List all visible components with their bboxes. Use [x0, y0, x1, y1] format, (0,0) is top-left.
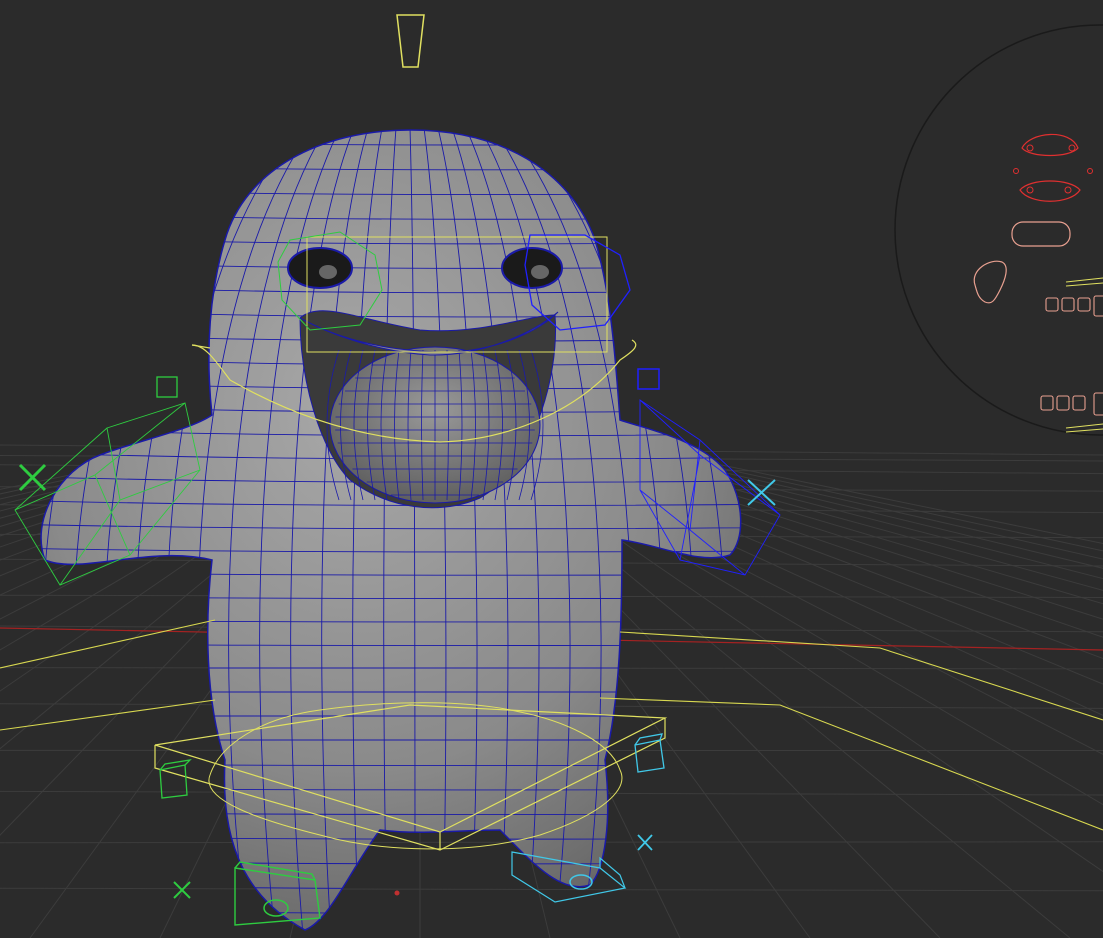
right-eye[interactable]	[501, 247, 563, 289]
body-surface[interactable]	[40, 129, 742, 931]
left-shoulder-control[interactable]	[156, 376, 178, 398]
viewport-canvas[interactable]	[0, 0, 1103, 938]
face-picker-boundary	[894, 24, 1103, 436]
brow-picker-right-dot[interactable]	[1068, 144, 1076, 152]
upper-lip-picker-row[interactable]	[1045, 295, 1103, 317]
right-eye-highlight	[531, 265, 549, 279]
eyelid-picker-right-dot[interactable]	[1064, 186, 1072, 194]
left-eye-highlight	[319, 265, 337, 279]
left-hand-ik-cross[interactable]	[18, 463, 47, 492]
cheek-picker-control[interactable]	[973, 260, 1007, 304]
lip-corner-picker[interactable]	[1065, 277, 1103, 287]
right-shoulder-control[interactable]	[637, 368, 660, 390]
eyelid-picker-left-dot[interactable]	[1026, 186, 1034, 194]
left-foot-ik-cross[interactable]	[173, 881, 191, 899]
world-origin-marker	[394, 890, 400, 896]
brow-picker-left-dot[interactable]	[1026, 144, 1034, 152]
head-top-control[interactable]	[396, 14, 425, 68]
nose-picker-control[interactable]	[1011, 221, 1071, 247]
chin-picker-control[interactable]	[1065, 423, 1103, 433]
3d-viewport[interactable]	[0, 0, 1103, 938]
character-mesh[interactable]	[0, 128, 1103, 938]
face-picker-panel[interactable]	[894, 24, 1103, 436]
right-knee-control[interactable]	[634, 733, 665, 773]
left-eye[interactable]	[287, 247, 353, 289]
picker-side-dot-right[interactable]	[1087, 168, 1093, 174]
lower-lip-picker-row[interactable]	[1040, 392, 1103, 416]
picker-side-dot-left[interactable]	[1013, 168, 1019, 174]
